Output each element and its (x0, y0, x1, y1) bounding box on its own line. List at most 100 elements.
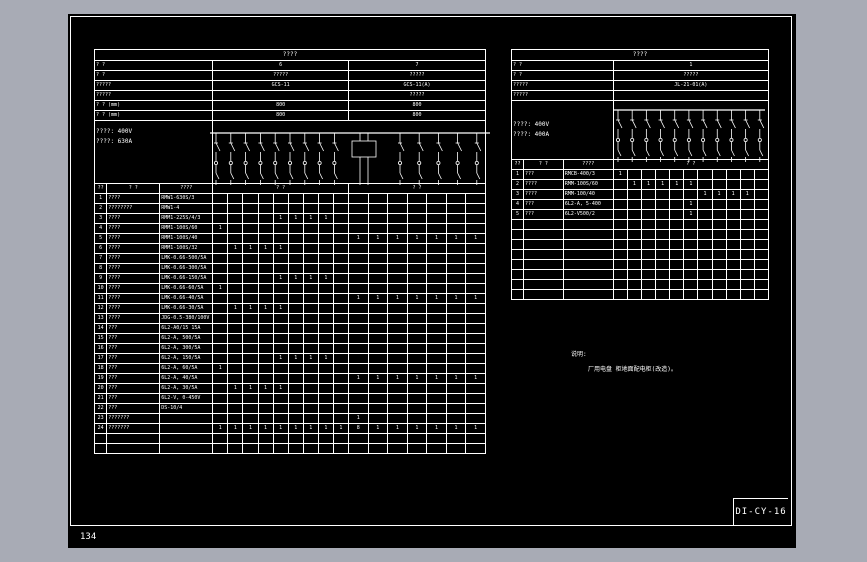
qty-cell (242, 233, 259, 244)
qty-cell (317, 323, 334, 334)
qty-cell (257, 443, 274, 454)
qty-cell (287, 313, 304, 324)
table-row: 9???? LMK-0.66-150/5A 1 1 1 1 (93, 273, 486, 284)
qty-cell (317, 433, 334, 444)
qty-cell (406, 353, 428, 364)
qty-cell (683, 169, 699, 180)
qty-cell (367, 303, 389, 314)
col-name: ? ? (106, 183, 161, 194)
qty-cell (669, 239, 685, 250)
qty-cell: 1 (302, 353, 319, 364)
qty-cell (302, 283, 319, 294)
qty-cell (739, 239, 755, 250)
qty-cell (227, 353, 244, 364)
row-name: ??? (106, 373, 161, 384)
qty-cell: 1 (347, 233, 369, 244)
table-row: 5??? 6L2-V500/2 1 (511, 209, 770, 220)
qty-cell (711, 289, 727, 300)
qty-cell (739, 269, 755, 280)
qty-cell (332, 243, 349, 254)
row-name: ??? (106, 323, 161, 334)
feeder-symbol (332, 133, 339, 185)
qty-cell: 1 (445, 233, 467, 244)
qty-cell (426, 313, 447, 324)
qty-cell (332, 313, 349, 324)
qty-cell (227, 403, 244, 414)
qty-cell (655, 169, 671, 180)
qty-cell (753, 239, 770, 250)
header-value-a: GCS-11 (212, 80, 349, 91)
qty-cell (272, 363, 289, 374)
qty-cell (212, 353, 229, 364)
feeder-symbol (644, 110, 651, 162)
qty-cell (465, 353, 486, 364)
row-name (522, 229, 564, 240)
qty-cell (367, 253, 389, 264)
row-name: ???? (106, 293, 161, 304)
qty-cell (367, 203, 389, 214)
feeder-symbol (630, 110, 637, 162)
qty-cell (626, 249, 642, 260)
qty-cell (332, 373, 349, 384)
qty-cell (367, 433, 389, 444)
qty-cell: 1 (257, 383, 274, 394)
qty-cell (367, 443, 389, 454)
qty-cell (257, 293, 274, 304)
header-label: ? ? (93, 60, 214, 71)
qty-cell (227, 283, 244, 294)
qty-cell (406, 243, 428, 254)
qty-cell (317, 333, 334, 344)
qty-cell (212, 293, 229, 304)
row-no (511, 219, 524, 230)
row-model: 6L2-A, 30/5A (159, 383, 214, 394)
qty-cell (387, 203, 408, 214)
qty-cell (272, 413, 289, 424)
table-row: 23??????? 1 (93, 413, 486, 424)
qty-cell (287, 323, 304, 334)
qty-cell (655, 279, 671, 290)
row-model: 6L2-A, 150/5A (159, 353, 214, 364)
qty-cell (711, 209, 727, 220)
qty-cell (227, 253, 244, 264)
qty-cell (465, 433, 486, 444)
qty-cell (227, 373, 244, 384)
qty-cell (212, 193, 229, 204)
qty-cell (739, 279, 755, 290)
row-model: 6L2-V500/2 (562, 209, 614, 220)
qty-cell (257, 333, 274, 344)
qty-cell (465, 383, 486, 394)
qty-cell (287, 303, 304, 314)
qty-cell (465, 313, 486, 324)
qty-cell (465, 213, 486, 224)
row-model: 6L2-V, 0-450V (159, 393, 214, 404)
qty-cell: 1 (711, 189, 727, 200)
qty-cell (753, 169, 770, 180)
qty-cell (626, 229, 642, 240)
row-no: 5 (93, 233, 108, 244)
row-no (511, 239, 524, 250)
qty-cell: 1 (242, 303, 259, 314)
row-model: RMM1-100S/32 (159, 243, 214, 254)
qty-cell (242, 333, 259, 344)
qty-cell (465, 403, 486, 414)
qty-cell (753, 279, 770, 290)
qty-cell (212, 383, 229, 394)
qty-cell (445, 273, 467, 284)
qty-cell (242, 373, 259, 384)
row-no: 9 (93, 273, 108, 284)
qty-cell (347, 263, 369, 274)
qty-cell (257, 253, 274, 264)
qty-cell (367, 353, 389, 364)
qty-cell (683, 239, 699, 250)
feeder-symbol (743, 110, 750, 162)
header-value-b: 800 (347, 100, 487, 111)
row-model: 6L2-A0/15 15A (159, 323, 214, 334)
qty-cell (426, 343, 447, 354)
qty-cell (317, 193, 334, 204)
qty-cell (367, 333, 389, 344)
qty-cell: 1 (257, 303, 274, 314)
qty-cell: 1 (242, 243, 259, 254)
table-row: 19??? 6L2-A, 40/5A 1 1 1 1 1 1 1 (93, 373, 486, 384)
row-model (159, 443, 214, 454)
qty-cell (426, 253, 447, 264)
